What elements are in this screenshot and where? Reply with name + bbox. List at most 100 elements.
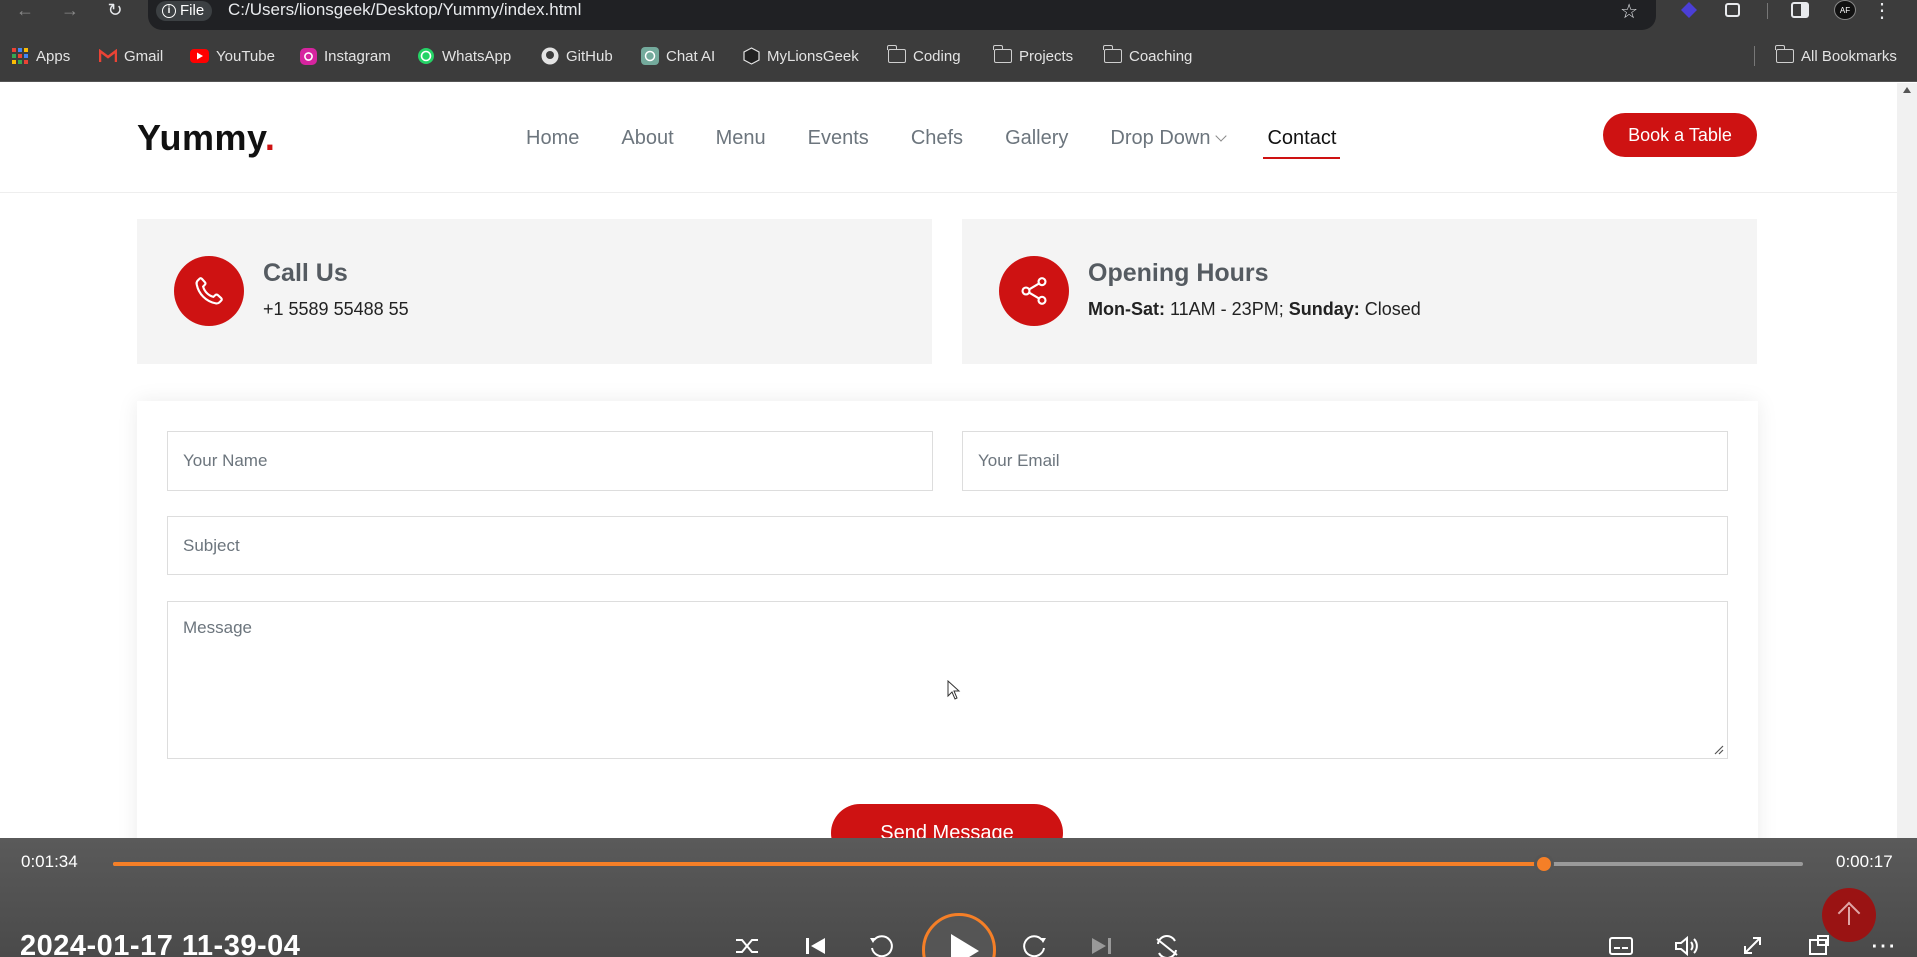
- opening-hours-card: Opening Hours Mon-Sat: 11AM - 23PM; Sund…: [962, 219, 1757, 364]
- skip-forward-30-icon[interactable]: [1020, 934, 1050, 957]
- url-text[interactable]: C:/Users/lionsgeek/Desktop/Yummy/index.h…: [228, 0, 581, 20]
- nav-gallery[interactable]: Gallery: [984, 125, 1089, 151]
- sunday-value: Closed: [1359, 299, 1421, 319]
- folder-icon: [887, 45, 906, 63]
- mouse-cursor-icon: [947, 680, 961, 700]
- logo-dot: .: [264, 117, 276, 158]
- nav-home[interactable]: Home: [505, 125, 600, 151]
- play-button[interactable]: [922, 913, 996, 957]
- page-scrollbar[interactable]: [1897, 83, 1917, 838]
- bookmark-label: GitHub: [566, 47, 613, 65]
- previous-icon[interactable]: [803, 934, 829, 957]
- send-message-button[interactable]: Send Message: [831, 804, 1063, 838]
- reload-icon[interactable]: ↻: [100, 0, 130, 22]
- scroll-up-arrow-icon[interactable]: [1903, 87, 1911, 93]
- call-us-card: Call Us +1 5589 55488 55: [137, 219, 932, 364]
- back-icon[interactable]: ←: [10, 0, 40, 22]
- name-field[interactable]: [167, 431, 933, 491]
- bookmark-label: YouTube: [216, 47, 275, 65]
- bookmark-label: MyLionsGeek: [767, 47, 859, 65]
- repeat-icon[interactable]: [1152, 934, 1182, 957]
- browser-toolbar: ← → ↻ i File C:/Users/lionsgeek/Desktop/…: [0, 0, 1917, 30]
- address-bar[interactable]: i File C:/Users/lionsgeek/Desktop/Yummy/…: [148, 0, 1656, 30]
- subtitles-icon[interactable]: [1607, 934, 1635, 957]
- shuffle-icon[interactable]: [733, 934, 763, 957]
- nav-drop-down[interactable]: Drop Down: [1089, 125, 1246, 151]
- apps-grid-icon: [12, 47, 28, 64]
- elapsed-time: 0:01:34: [21, 852, 78, 871]
- bookmark-github[interactable]: GitHub: [541, 44, 613, 68]
- opening-hours-text: Mon-Sat: 11AM - 23PM; Sunday: Closed: [1088, 299, 1421, 320]
- nav-events[interactable]: Events: [787, 125, 890, 151]
- bookmark-label: Gmail: [124, 47, 164, 65]
- site-logo[interactable]: Yummy.: [137, 117, 275, 159]
- seek-bar[interactable]: [113, 854, 1803, 874]
- bookmark-star-icon[interactable]: ☆: [1620, 0, 1638, 24]
- site-info-chip[interactable]: i File: [156, 1, 213, 21]
- forward-icon[interactable]: →: [55, 0, 85, 22]
- nav-chefs[interactable]: Chefs: [890, 125, 984, 151]
- seek-handle[interactable]: [1534, 854, 1555, 874]
- days-value: 11AM - 23PM;: [1164, 299, 1289, 319]
- profile-avatar[interactable]: AF: [1834, 0, 1856, 20]
- more-options-icon[interactable]: ⋯: [1870, 930, 1896, 957]
- folder-icon: [1775, 45, 1794, 63]
- remaining-time: 0:00:17: [1836, 852, 1893, 871]
- side-panel-icon[interactable]: [1789, 0, 1811, 20]
- bookmark-youtube[interactable]: YouTube: [190, 44, 275, 68]
- opening-hours-title: Opening Hours: [1088, 259, 1269, 287]
- days-label: Mon-Sat:: [1088, 299, 1165, 319]
- extension-icon[interactable]: [1678, 0, 1700, 20]
- skip-back-10-icon[interactable]: [866, 934, 896, 957]
- lionsgeek-icon: [743, 47, 760, 65]
- fullscreen-icon[interactable]: [1740, 934, 1766, 957]
- bookmark-instagram[interactable]: Instagram: [300, 44, 391, 68]
- bookmark-whatsapp[interactable]: WhatsApp: [417, 44, 511, 68]
- scroll-top-button[interactable]: [1822, 888, 1876, 942]
- book-a-table-button[interactable]: Book a Table: [1603, 113, 1757, 157]
- miniplayer-icon[interactable]: [1806, 934, 1832, 957]
- subject-field[interactable]: [167, 516, 1728, 575]
- seek-bar-progress: [113, 862, 1545, 866]
- file-chip-label: File: [180, 2, 205, 19]
- chatgpt-icon: [641, 47, 659, 65]
- bookmark-label: Coding: [913, 47, 961, 65]
- menu-kebab-icon[interactable]: ⋮: [1872, 0, 1892, 23]
- share-icon-badge: [999, 256, 1069, 326]
- extensions-puzzle-icon[interactable]: [1722, 0, 1744, 20]
- bookmark-folder-coding[interactable]: Coding: [887, 44, 961, 68]
- bookmark-label: Coaching: [1129, 47, 1193, 65]
- info-icon: i: [162, 4, 176, 18]
- folder-icon: [1103, 45, 1122, 63]
- nav-contact[interactable]: Contact: [1246, 125, 1357, 159]
- site-header: Yummy. Home About Menu Events Chefs Gall…: [0, 83, 1897, 193]
- bookmark-apps[interactable]: Apps: [12, 44, 70, 68]
- bookmark-mylionsgeek[interactable]: MyLionsGeek: [743, 44, 859, 68]
- resize-grip-icon[interactable]: [1714, 745, 1724, 755]
- all-bookmarks-label: All Bookmarks: [1801, 47, 1897, 65]
- call-us-phone: +1 5589 55488 55: [263, 299, 409, 319]
- whatsapp-icon: [418, 48, 434, 64]
- bookmarks-bar: Apps Gmail YouTube Instagram WhatsApp Gi…: [0, 30, 1917, 82]
- nav-menu[interactable]: Menu: [695, 125, 787, 151]
- phone-icon-badge: [174, 256, 244, 326]
- folder-icon: [993, 45, 1012, 63]
- bookmarks-divider: [1754, 46, 1755, 66]
- bookmark-label: Instagram: [324, 47, 391, 65]
- gmail-icon: [99, 49, 117, 62]
- youtube-icon: [190, 49, 209, 63]
- bookmark-folder-projects[interactable]: Projects: [993, 44, 1073, 68]
- bookmark-folder-coaching[interactable]: Coaching: [1103, 44, 1193, 68]
- share-icon: [1021, 277, 1047, 305]
- volume-icon[interactable]: [1673, 934, 1701, 957]
- bookmark-chat-ai[interactable]: Chat AI: [641, 44, 715, 68]
- github-icon: [541, 47, 559, 65]
- web-page: Yummy. Home About Menu Events Chefs Gall…: [0, 83, 1897, 838]
- all-bookmarks[interactable]: All Bookmarks: [1775, 44, 1897, 68]
- bookmark-gmail[interactable]: Gmail: [99, 44, 163, 68]
- email-field[interactable]: [962, 431, 1728, 491]
- media-player-bar: 0:01:34 0:00:17 2024-01-17 11-39-04 ⋯: [0, 838, 1917, 957]
- nav-about[interactable]: About: [600, 125, 694, 151]
- next-icon[interactable]: [1088, 934, 1114, 957]
- nav-drop-down-label: Drop Down: [1110, 127, 1211, 149]
